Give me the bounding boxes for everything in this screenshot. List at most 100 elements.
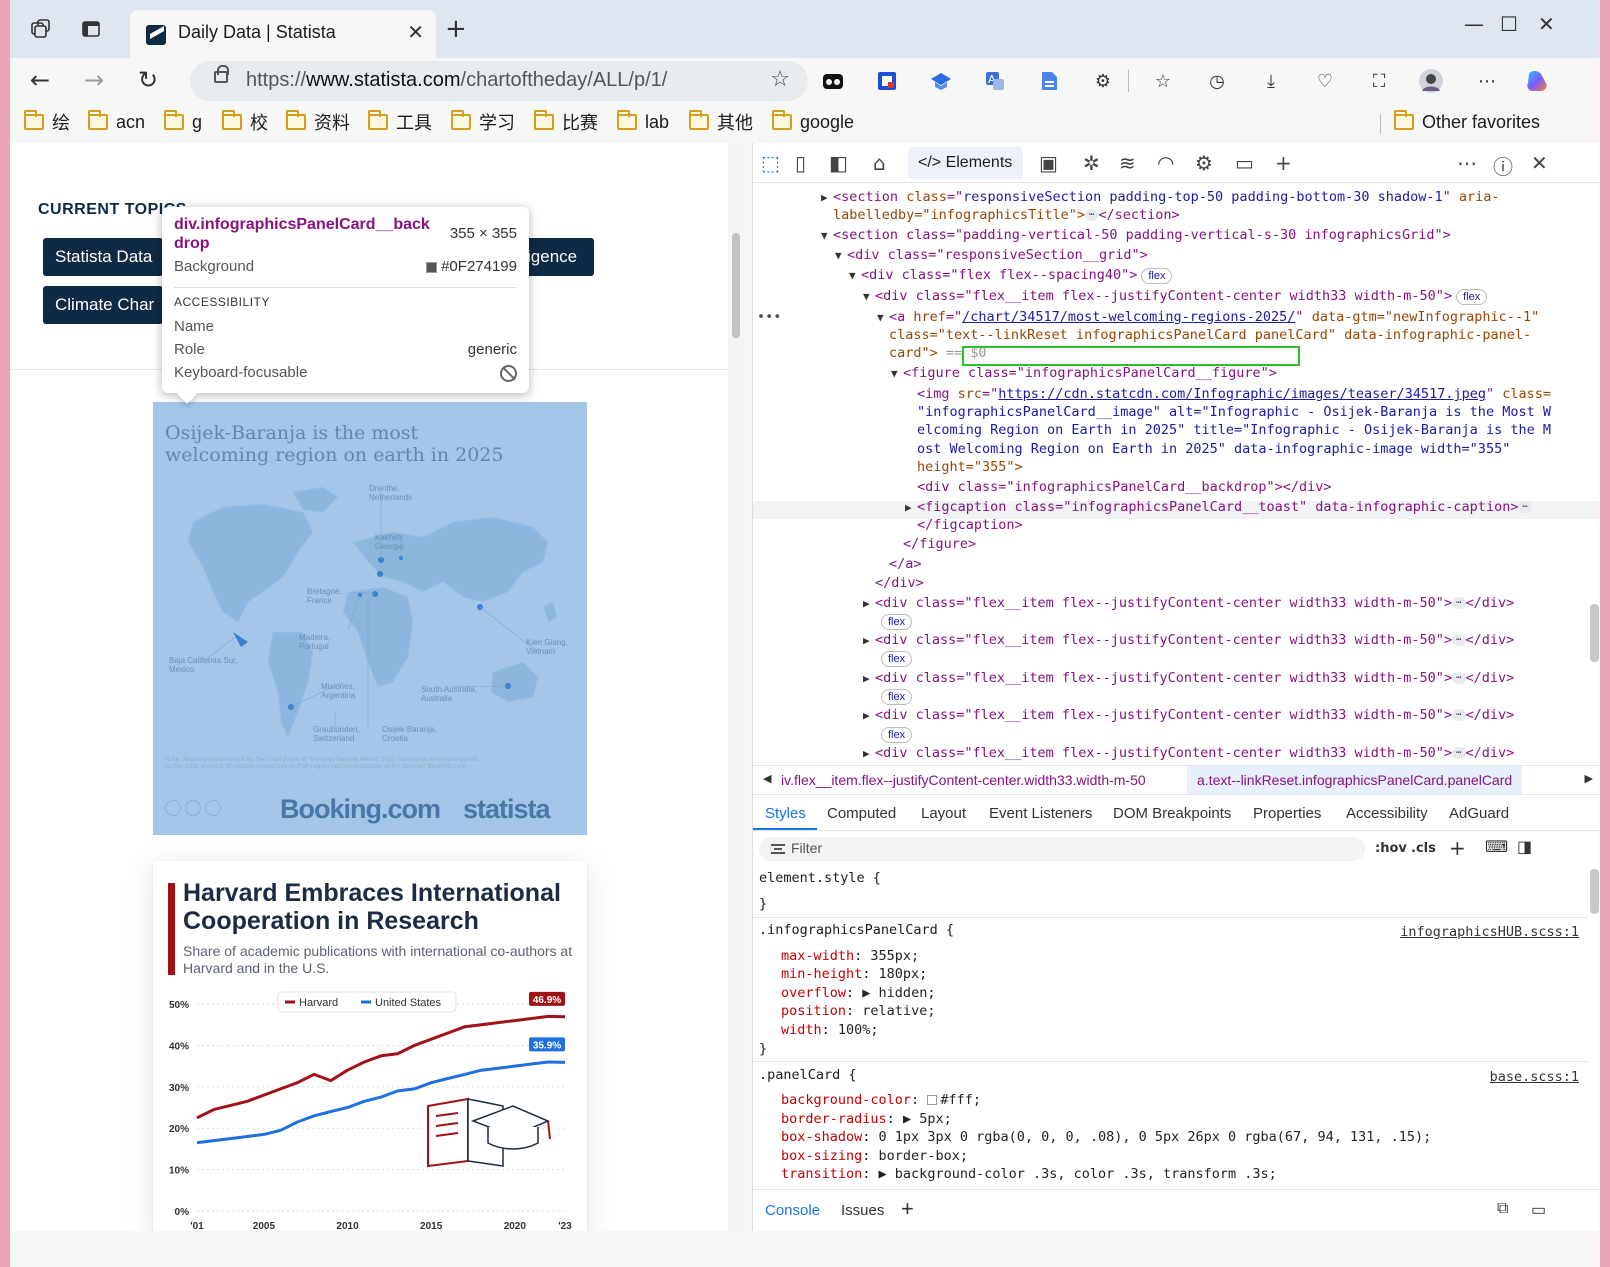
refresh-icon[interactable]: ↻ bbox=[138, 66, 158, 94]
filter-input[interactable]: Filter bbox=[759, 837, 1365, 861]
bookmark-folder[interactable]: 资料 bbox=[286, 108, 350, 136]
drawer-close-icon[interactable]: ▭ bbox=[1531, 1200, 1546, 1220]
paint-brush-icon[interactable]: ⌨ bbox=[1485, 837, 1508, 856]
tab-adguard[interactable]: AdGuard bbox=[1449, 805, 1509, 822]
extension-3-icon[interactable] bbox=[928, 68, 954, 94]
dom-node-selected[interactable]: ▼ <a href="/chart/34517/most-welcoming-re… bbox=[877, 308, 1539, 328]
tab-issues[interactable]: Issues bbox=[841, 1202, 884, 1219]
dom-node-close[interactable]: </figcaption> bbox=[917, 516, 1023, 535]
dom-node-cont[interactable]: elcoming Region on Earth in 2025" title=… bbox=[917, 421, 1551, 440]
color-swatch[interactable] bbox=[927, 1095, 938, 1105]
inspect-element-icon[interactable]: ⬚ bbox=[761, 151, 780, 175]
css-property[interactable]: box-sizing: border-box; bbox=[781, 1147, 968, 1166]
hov-button[interactable]: :hov bbox=[1375, 841, 1407, 856]
dom-node-cont[interactable]: height="355"> bbox=[917, 458, 1023, 477]
tab-styles[interactable]: Styles bbox=[765, 805, 806, 822]
styles-scrollbar[interactable] bbox=[1587, 869, 1600, 1189]
element-style-selector[interactable]: element.style { bbox=[759, 869, 881, 888]
breadcrumb-right-icon[interactable]: ▶ bbox=[1585, 772, 1593, 785]
scrollbar-thumb[interactable] bbox=[732, 233, 740, 338]
dom-node[interactable]: <img src="https://cdn.statcdn.com/Infogr… bbox=[917, 385, 1551, 404]
dom-node-cont[interactable]: "infographicsPanelCard__image" alt="Info… bbox=[917, 403, 1551, 422]
help-icon[interactable]: ⓘ bbox=[1493, 151, 1513, 180]
styles-pane[interactable]: element.style { } .infographicsPanelCard… bbox=[753, 869, 1600, 1189]
tab-accessibility[interactable]: Accessibility bbox=[1346, 805, 1428, 822]
dom-node-close[interactable]: </figure> bbox=[903, 535, 976, 554]
more-menu-icon[interactable]: ⋯ bbox=[1474, 68, 1500, 94]
bookmark-folder[interactable]: 校 bbox=[222, 108, 268, 136]
translate-icon[interactable]: A bbox=[982, 68, 1008, 94]
dom-node[interactable]: ▼ <div class="flex__item flex--justifyCon… bbox=[863, 287, 1488, 307]
drawer-add-icon[interactable]: + bbox=[901, 1196, 914, 1222]
tab-computed[interactable]: Computed bbox=[827, 805, 896, 822]
forward-icon[interactable]: → bbox=[84, 66, 104, 94]
bookmark-folder[interactable]: google bbox=[772, 108, 854, 136]
dom-node[interactable]: ▶ <div class="flex__item flex--justifyCon… bbox=[863, 594, 1514, 614]
breadcrumb-item-selected[interactable]: a.text--linkReset.infographicsPanelCard.… bbox=[1187, 766, 1523, 794]
network-wifi-icon[interactable]: ≋ bbox=[1119, 151, 1136, 175]
rule-selector[interactable]: .panelCard { bbox=[759, 1066, 857, 1085]
screenshot-icon[interactable]: ⛶ bbox=[1366, 68, 1392, 94]
new-rule-plus-icon[interactable]: + bbox=[1449, 836, 1466, 860]
dom-node-cont[interactable]: class="text--linkReset infographicsPanel… bbox=[889, 326, 1531, 345]
rule-selector[interactable]: .infographicsPanelCard { bbox=[759, 921, 954, 940]
infographic-card[interactable]: Osijek-Baranja is the most welcoming reg… bbox=[153, 402, 587, 835]
dom-node[interactable]: ▶ <div class="flex__item flex--justifyCon… bbox=[863, 706, 1514, 726]
downloads-icon[interactable]: ⤓ bbox=[1258, 68, 1284, 94]
css-property[interactable]: box-shadow: 0 1px 3px 0 rgba(0, 0, 0, .0… bbox=[781, 1128, 1431, 1147]
copilot-icon[interactable] bbox=[1524, 68, 1550, 94]
favorites-icon[interactable]: ☆ bbox=[1150, 68, 1176, 94]
css-property[interactable]: border-radius: ▶ 5px; bbox=[781, 1110, 952, 1129]
breadcrumb-left-icon[interactable]: ◀ bbox=[763, 772, 771, 785]
flex-badge[interactable]: flex bbox=[877, 725, 913, 744]
welcome-home-icon[interactable]: ⌂ bbox=[873, 151, 886, 175]
address-bar[interactable]: https://www.statista.com/chartoftheday/A… bbox=[190, 61, 808, 101]
topic-button[interactable]: Climate Char bbox=[43, 286, 163, 324]
dom-node-close[interactable]: </a> bbox=[889, 555, 922, 574]
tab-close-icon[interactable]: ✕ bbox=[407, 20, 424, 44]
css-property[interactable]: overflow: ▶ hidden; bbox=[781, 984, 935, 1003]
drawer-undock-icon[interactable]: ⧉ bbox=[1497, 1200, 1508, 1218]
infographic-card[interactable]: Harvard Embraces International Cooperati… bbox=[153, 861, 587, 1231]
dom-scrollbar[interactable] bbox=[1587, 184, 1600, 764]
browser-essentials-icon[interactable]: ♡ bbox=[1312, 68, 1338, 94]
devtools-more-icon[interactable]: ⋯ bbox=[1457, 151, 1477, 175]
dom-node[interactable]: ▶ <figcaption class="infographicsPanelCar… bbox=[905, 498, 1532, 518]
back-icon[interactable]: ← bbox=[30, 66, 50, 94]
sidebar-toggle-icon[interactable]: ◨ bbox=[1517, 837, 1532, 856]
tab-console[interactable]: Console bbox=[765, 1202, 820, 1219]
node-menu-icon[interactable]: ••• bbox=[757, 308, 781, 327]
favorite-star-icon[interactable]: ☆ bbox=[770, 67, 790, 92]
flex-badge[interactable]: flex bbox=[877, 687, 913, 706]
bookmark-folder[interactable]: 工具 bbox=[368, 108, 432, 136]
dom-node[interactable]: ▼ <div class="flex flex--spacing40"> flex bbox=[849, 266, 1173, 286]
extensions-puzzle-icon[interactable]: ⚙ bbox=[1090, 68, 1116, 94]
maximize-icon[interactable]: ☐ bbox=[1500, 12, 1518, 36]
tab-layout[interactable]: Layout bbox=[921, 805, 966, 822]
flex-badge[interactable]: flex bbox=[877, 649, 913, 668]
flex-badge[interactable]: flex bbox=[877, 612, 913, 631]
css-property[interactable]: min-height: 180px; bbox=[781, 965, 927, 984]
dom-node[interactable]: ▶ <div class="flex__item flex--justifyCon… bbox=[863, 669, 1514, 689]
dock-side-icon[interactable]: ◧ bbox=[829, 151, 848, 175]
css-property[interactable]: position: relative; bbox=[781, 1002, 935, 1021]
console-icon[interactable]: ▣ bbox=[1039, 151, 1058, 175]
tab-event-listeners[interactable]: Event Listeners bbox=[989, 805, 1092, 822]
new-tab-icon[interactable]: + bbox=[445, 14, 467, 44]
dom-node[interactable]: ▼ <section class="padding-vertical-50 pad… bbox=[821, 226, 1451, 246]
tab-active[interactable]: Daily Data | Statista ✕ bbox=[130, 10, 436, 58]
workspaces-icon[interactable] bbox=[24, 12, 58, 46]
dom-node[interactable]: ▶ <div class="flex__item flex--justifyCon… bbox=[863, 631, 1514, 651]
url-text[interactable]: https://www.statista.com/chartoftheday/A… bbox=[246, 69, 667, 92]
bookmark-folder[interactable]: 学习 bbox=[451, 108, 515, 136]
extension-doc-icon[interactable] bbox=[1036, 68, 1062, 94]
bookmark-folder[interactable]: 其他 bbox=[689, 108, 753, 136]
dom-node[interactable]: ▼ <div class="responsiveSection__grid"> bbox=[835, 246, 1148, 266]
topic-button[interactable]: Statista Data bbox=[43, 238, 163, 276]
dom-node-cont[interactable]: labelledby="infographicsTitle"> ⋯ </sectio… bbox=[833, 206, 1180, 225]
dom-tree[interactable]: ▶ <section class="responsiveSection paddi… bbox=[753, 184, 1600, 764]
tab-dom-breakpoints[interactable]: DOM Breakpoints bbox=[1113, 805, 1231, 822]
css-property[interactable]: max-width: 355px; bbox=[781, 947, 919, 966]
rule-source-link[interactable]: infographicsHUB.scss:1 bbox=[1400, 923, 1579, 942]
bookmark-folder[interactable]: 绘 bbox=[24, 108, 70, 136]
